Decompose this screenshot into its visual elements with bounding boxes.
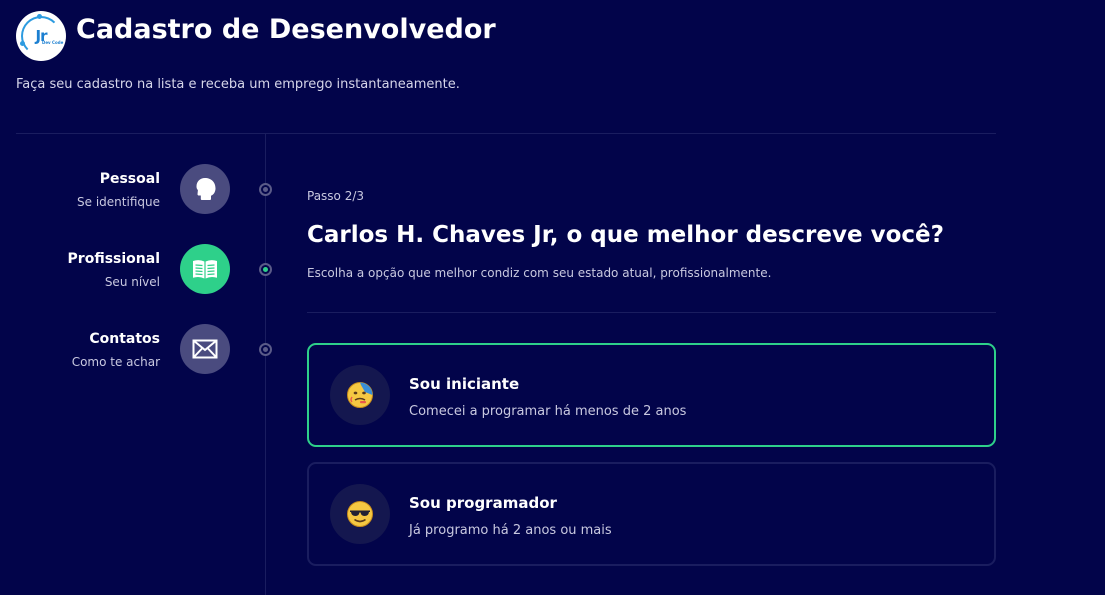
mail-icon	[192, 339, 218, 359]
head-icon	[196, 178, 216, 200]
step-icon-circle	[180, 244, 230, 294]
book-icon	[193, 260, 217, 279]
step-subtitle: Seu nível	[104, 275, 160, 289]
step-icon-circle	[180, 164, 230, 214]
option-sou-programador[interactable]: Sou programador Já programo há 2 anos ou…	[307, 462, 996, 566]
step-subtitle: Como te achar	[71, 355, 160, 369]
page-subtitle: Faça seu cadastro na lista e receba um e…	[16, 77, 460, 92]
header-divider	[16, 133, 996, 134]
option-emoji-circle	[330, 365, 390, 425]
option-sou-iniciante[interactable]: Sou iniciante Comecei a programar há men…	[307, 343, 996, 447]
page-title: Cadastro de Desenvolvedor	[76, 14, 496, 45]
logo-dot	[37, 14, 42, 19]
step-profissional[interactable]: Profissional Seu nível	[0, 244, 280, 296]
logo-subtext: Dev Code	[42, 40, 64, 45]
option-title: Sou programador	[409, 494, 557, 512]
option-description: Já programo há 2 anos ou mais	[409, 523, 612, 538]
step-indicator-dot	[259, 183, 272, 196]
sunglasses-face-emoji-icon	[347, 501, 373, 527]
option-emoji-circle	[330, 484, 390, 544]
step-subtitle: Se identifique	[77, 195, 160, 209]
logo: Jr Dev Code	[16, 11, 66, 61]
step-indicator-dot	[259, 343, 272, 356]
step-title: Contatos	[89, 331, 160, 347]
question-help-text: Escolha a opção que melhor condiz com se…	[307, 266, 772, 280]
option-title: Sou iniciante	[409, 375, 520, 393]
hot-face-emoji-icon	[347, 382, 373, 408]
step-counter: Passo 2/3	[307, 189, 365, 203]
step-title: Profissional	[67, 251, 160, 267]
option-description: Comecei a programar há menos de 2 anos	[409, 404, 687, 419]
step-title: Pessoal	[99, 171, 160, 187]
logo-dot	[20, 41, 25, 46]
step-contatos[interactable]: Contatos Como te achar	[0, 324, 280, 376]
content-divider	[307, 312, 996, 313]
step-icon-circle	[180, 324, 230, 374]
question-heading: Carlos H. Chaves Jr, o que melhor descre…	[307, 222, 944, 248]
step-pessoal[interactable]: Pessoal Se identifique	[0, 164, 280, 216]
step-indicator-dot	[259, 263, 272, 276]
page: Jr Dev Code Cadastro de Desenvolvedor Fa…	[0, 0, 1105, 595]
